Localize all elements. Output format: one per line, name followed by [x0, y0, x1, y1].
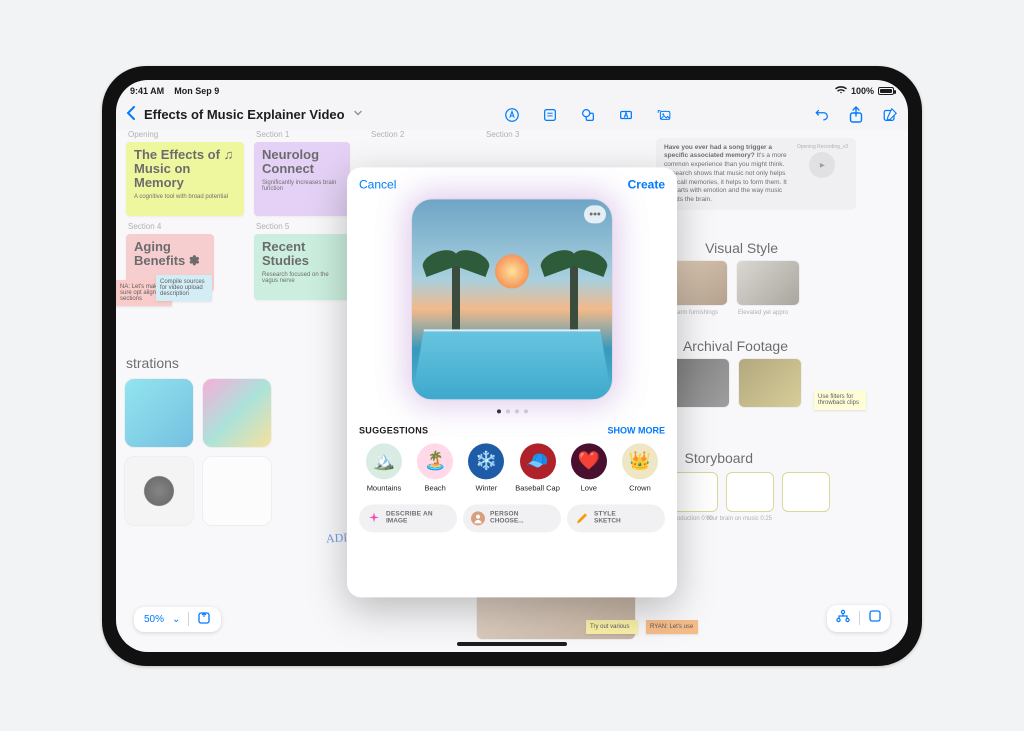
cancel-button[interactable]: Cancel	[359, 177, 396, 191]
battery-icon	[878, 87, 894, 95]
square-icon[interactable]	[868, 609, 882, 628]
status-left: 9:41 AM Mon Sep 9	[130, 86, 219, 96]
suggestion-label: Love	[581, 483, 597, 492]
suggestion-item[interactable]: 🏔️ Mountains	[361, 443, 407, 492]
suggestion-icon: 👑	[622, 443, 658, 479]
suggestion-item[interactable]: 🧢 Baseball Cap	[515, 443, 561, 492]
battery-pct: 100%	[851, 86, 874, 96]
chevron-down-icon: ⌄	[172, 614, 180, 625]
suggestion-item[interactable]: 👑 Crown	[617, 443, 663, 492]
suggestions-row: 🏔️ Mountains 🏝️ Beach ❄️ Winter 🧢 Baseball Cap ❤…	[359, 443, 665, 492]
suggestions-label: SUGGESTIONS	[359, 425, 428, 435]
status-date: Mon Sep 9	[174, 86, 219, 96]
pill-sub: SKETCH	[594, 518, 621, 525]
toolbar-center	[504, 107, 672, 123]
suggestion-icon: ❤️	[571, 443, 607, 479]
status-time: 9:41 AM	[130, 86, 164, 96]
dot-icon	[524, 409, 528, 413]
dot-icon	[515, 409, 519, 413]
sparkle-icon	[367, 511, 381, 525]
suggestion-item[interactable]: 🏝️ Beach	[412, 443, 458, 492]
wifi-icon	[835, 85, 847, 96]
org-chart-icon[interactable]	[835, 609, 851, 628]
pill-sub: CHOOSE...	[490, 518, 524, 525]
textbox-icon[interactable]	[618, 107, 634, 123]
suggestion-item[interactable]: ❄️ Winter	[463, 443, 509, 492]
undo-icon[interactable]	[814, 107, 830, 123]
home-indicator[interactable]	[457, 642, 567, 646]
note-icon[interactable]	[542, 107, 558, 123]
suggestion-label: Beach	[425, 483, 446, 492]
status-bar: 9:41 AM Mon Sep 9 100%	[116, 80, 908, 100]
view-controls	[827, 605, 890, 632]
zoom-control[interactable]: 50% ⌄	[134, 607, 221, 632]
compose-icon[interactable]	[882, 107, 898, 123]
suggestion-icon: ❄️	[468, 443, 504, 479]
dot-icon	[497, 409, 501, 413]
generated-image-preview[interactable]: •••	[412, 199, 612, 399]
toolbar: Effects of Music Explainer Video	[116, 100, 908, 130]
pagination-dots[interactable]	[359, 409, 665, 413]
markup-icon[interactable]	[504, 107, 520, 123]
suggestion-icon: 🏝️	[417, 443, 453, 479]
person-choose-pill[interactable]: PERSON CHOOSE...	[463, 504, 561, 532]
suggestion-label: Crown	[629, 483, 651, 492]
describe-image-pill[interactable]: DESCRIBE AN IMAGE	[359, 504, 457, 532]
suggestion-icon: 🧢	[520, 443, 556, 479]
title-chevron-icon[interactable]	[353, 108, 363, 121]
toolbar-right	[814, 107, 898, 123]
status-right: 100%	[835, 85, 894, 96]
suggestion-item[interactable]: ❤️ Love	[566, 443, 612, 492]
person-icon	[471, 511, 485, 525]
image-generation-modal: Cancel Create •••	[347, 167, 677, 597]
pencil-icon	[575, 511, 589, 525]
zoom-value: 50%	[144, 614, 164, 625]
suggestion-label: Baseball Cap	[515, 483, 560, 492]
suggestion-icon: 🏔️	[366, 443, 402, 479]
document-title[interactable]: Effects of Music Explainer Video	[144, 107, 345, 122]
dot-icon	[506, 409, 510, 413]
more-icon[interactable]: •••	[584, 205, 606, 223]
style-sketch-pill[interactable]: STYLE SKETCH	[567, 504, 665, 532]
freeform-canvas[interactable]: Opening Section 1 Section 2 Section 3 Se…	[116, 130, 908, 652]
fit-icon[interactable]	[197, 611, 211, 628]
show-more-button[interactable]: SHOW MORE	[608, 425, 666, 435]
create-button[interactable]: Create	[628, 177, 665, 191]
suggestion-label: Mountains	[367, 483, 402, 492]
shapes-icon[interactable]	[580, 107, 596, 123]
back-icon[interactable]	[126, 104, 136, 125]
suggestion-label: Winter	[476, 483, 498, 492]
pill-sub: IMAGE	[386, 518, 433, 525]
image-icon[interactable]	[656, 107, 672, 123]
share-icon[interactable]	[848, 107, 864, 123]
